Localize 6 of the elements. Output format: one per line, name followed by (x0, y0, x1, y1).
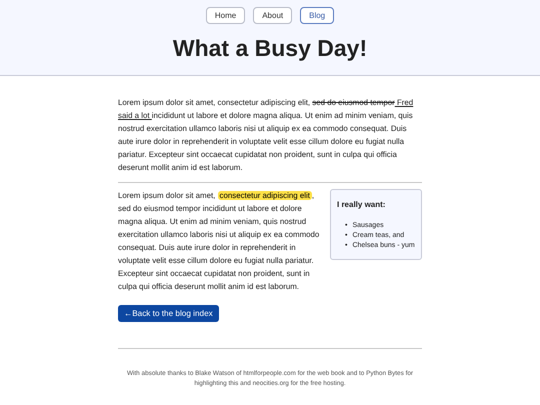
nav-button[interactable]: Blog (300, 7, 334, 24)
nav-button[interactable]: Home (206, 7, 246, 24)
back-button[interactable]: ←Back to the blog index (118, 305, 219, 322)
nav-button[interactable]: About (253, 7, 292, 24)
aside-title: I really want: (337, 200, 386, 209)
page-title: What a Busy Day! (172, 35, 368, 62)
